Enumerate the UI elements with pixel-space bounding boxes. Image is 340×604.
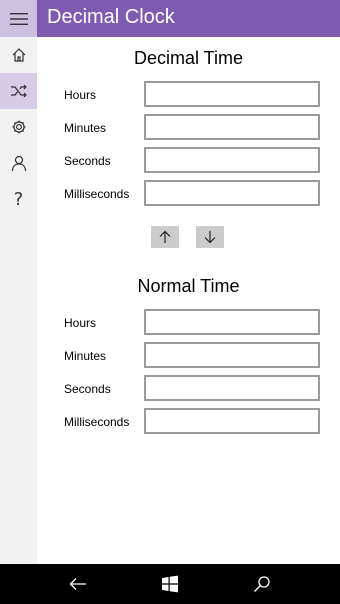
decimal-hours-input[interactable] [144,81,320,107]
windows-icon [162,575,178,593]
decimal-milliseconds-input[interactable] [144,180,320,206]
system-nav-bar [0,564,340,604]
search-button[interactable] [250,572,274,596]
normal-hours-label: Hours [64,316,97,330]
search-icon [254,576,270,592]
normal-time-heading: Normal Time [137,276,240,296]
normal-minutes-label: Minutes [64,349,107,363]
help-icon: ? [13,188,24,210]
decimal-seconds-input[interactable] [144,147,320,173]
normal-seconds-label: Seconds [64,382,111,396]
convert-up-button[interactable] [151,226,179,248]
decimal-minutes-input[interactable] [144,114,320,140]
normal-minutes-input[interactable] [144,342,320,368]
home-icon [12,48,25,62]
nav-item-account[interactable] [0,145,37,181]
decimal-hours-label: Hours [64,88,97,102]
decimal-milliseconds-label: Milliseconds [64,187,130,201]
normal-milliseconds-input[interactable] [144,408,320,434]
normal-seconds-input[interactable] [144,375,320,401]
decimal-seconds-label: Seconds [64,154,111,168]
back-button[interactable] [66,572,90,596]
normal-milliseconds-label: Milliseconds [64,415,130,429]
person-icon [11,155,26,171]
nav-item-home[interactable] [0,37,37,73]
nav-rail: ? [0,0,37,564]
hamburger-menu-button[interactable] [0,0,37,37]
nav-item-convert[interactable] [0,73,37,109]
arrow-up-icon [159,230,171,243]
shuffle-icon [10,84,27,98]
decimal-minutes-label: Minutes [64,121,107,135]
gear-icon [12,120,25,134]
back-icon [69,578,86,590]
start-button[interactable] [158,572,182,596]
nav-item-settings[interactable] [0,109,37,145]
title-bar: Decimal Clock [37,0,340,37]
hamburger-menu-icon [9,12,28,25]
app-title: Decimal Clock [47,6,175,28]
arrow-down-icon [204,231,216,244]
normal-hours-input[interactable] [144,309,320,335]
nav-item-help[interactable]: ? [0,181,37,217]
decimal-time-heading: Decimal Time [133,48,244,68]
convert-down-button[interactable] [196,226,224,248]
